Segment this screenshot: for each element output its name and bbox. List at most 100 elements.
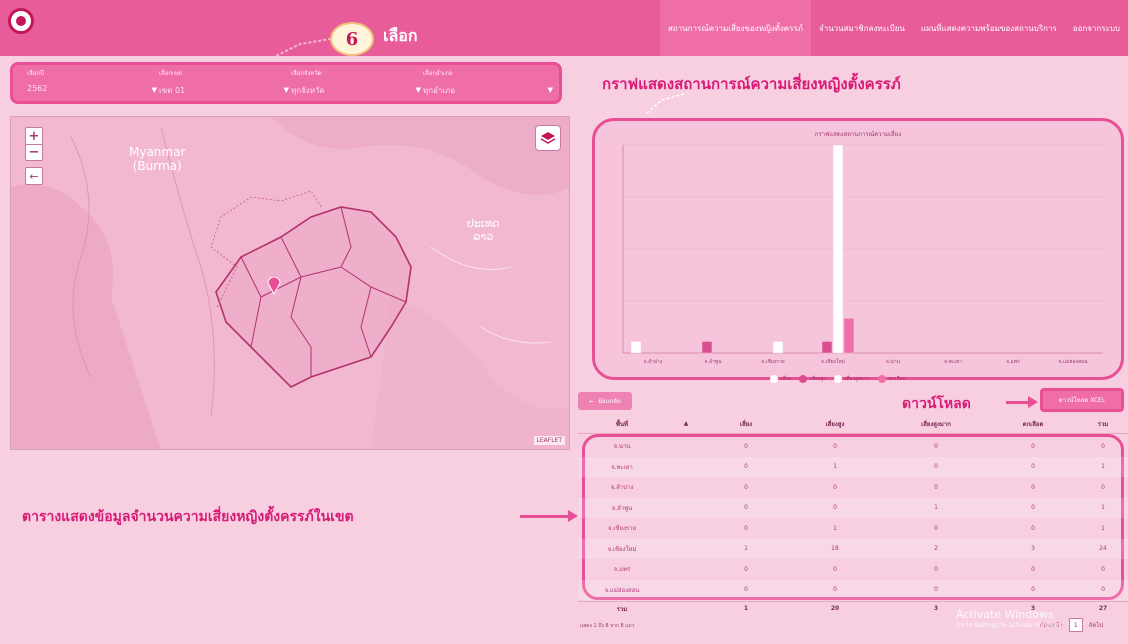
nav-logout[interactable]: ออกจากระบบ [1065,0,1128,56]
total-high-risk: 20 [830,605,840,612]
pager-current-page[interactable]: 1 [1068,618,1083,632]
zoom-in-button[interactable]: + [26,128,42,144]
table-cell: 0 [934,565,938,573]
col-header-very-high-risk[interactable]: เสี่ยงสูงมาก [884,419,988,429]
top-navbar: สถานการณ์ความเสี่ยงของหญิงตั้งครรภ์ จำนว… [0,0,1128,56]
table-row: จ.แพร่ 0 0 0 0 0 [578,559,1128,580]
filter-year-value: 2562 [27,84,48,93]
table-arrow-line [520,515,570,518]
col-header-total[interactable]: รวม [1078,419,1128,429]
col-header-area[interactable]: พื้นที่ [578,419,666,429]
table-cell: 1 [1101,524,1105,532]
total-risk: 1 [743,605,749,612]
legend-swatch [799,375,808,383]
col-header-high-risk[interactable]: เสี่ยงสูง [786,419,884,429]
table-cell: จ.แม่ฮ่องสอน [604,586,640,594]
legend-label: เสี่ยงสูงมาก [844,376,870,382]
table-cell: 0 [744,504,748,512]
table-row: จ.ลำพูน 0 0 1 0 1 [578,497,1128,518]
legend-swatch [770,375,778,383]
table-cell: 0 [1031,586,1035,594]
x-tick-label: จ.แม่ฮ่องสอน [1058,359,1088,365]
chart-bar [772,341,784,354]
nav-risk-situation[interactable]: สถานการณ์ความเสี่ยงของหญิงตั้งครรภ์ [659,0,812,56]
ministry-logo-icon[interactable] [8,8,34,34]
table-cell: 0 [934,586,938,594]
risk-bar-chart: จ.ลำปาง จ.ลำพูน จ.เชียงราย จ.เชียงใหม่ จ.น่า… [622,144,1103,365]
nav-service-readiness-map[interactable]: แผนที่แสดงความพร้อมของสถานบริการ [913,0,1065,56]
chevron-down-icon: ▼ [547,86,553,94]
chevron-down-icon: ▼ [283,86,289,94]
chevron-down-icon: ▼ [415,86,421,94]
x-tick-label: จ.เชียงใหม่ [821,358,845,365]
filter-district[interactable]: เลือกอำเภอ ทุกอำเภอ ▼ [423,68,555,100]
chevron-down-icon: ▼ [151,86,157,94]
zoom-out-button[interactable]: − [26,144,42,160]
x-tick-label: จ.ลำพูน [704,359,722,365]
map-terrain [11,117,569,449]
table-cell: 0 [934,442,938,450]
risk-chart-panel: กราฟแสดงสถานการณ์ความเสี่ยง จ.ลำปาง จ.ลำพ… [574,112,1128,384]
table-cell: จ.พะเยา [611,463,633,471]
map-attribution: LEAFLET [533,436,565,445]
filter-year-label: เลือกปี [27,70,44,77]
table-cell: 0 [1031,442,1035,450]
province-map[interactable]: + − ← Myanmar (Burma) ປະເທດ ລາວ LEAFLET [10,116,570,450]
map-back-arrow-icon[interactable]: ← [25,167,43,185]
x-tick-label: จ.เชียงราย [761,358,784,365]
table-row: จ.เชียงใหม่ 1 18 2 3 24 [578,538,1128,559]
x-tick-label: จ.พะเยา [944,359,962,365]
legend-item[interactable]: เสี่ยงสูง [799,375,826,383]
table-cell: 0 [934,524,938,532]
table-row: จ.น่าน 0 0 0 0 0 [578,436,1128,457]
table-cell: 0 [833,586,837,594]
table-cell: 0 [1101,586,1105,594]
download-caption: ดาวน์โหลด [902,396,971,412]
map-label-myanmar-text: Myanmar (Burma) [129,145,186,173]
nav-member-count[interactable]: จำนวนสมาชิกลงทะเบียน [811,0,913,56]
table-cell: 0 [744,483,748,491]
layers-glyph [540,132,556,144]
legend-item[interactable]: เสี่ยง [770,375,791,383]
table-row: จ.พะเยา 0 1 0 0 1 [578,456,1128,477]
layers-icon[interactable] [535,125,561,151]
pager-next-button[interactable]: ถัดไป [1089,620,1103,630]
table-cell: 0 [1101,442,1105,450]
filter-district-value: ทุกอำเภอ [423,86,456,95]
table-cell: 0 [1101,483,1105,491]
risk-table-body: จ.น่าน 0 0 0 0 0 จ.พะเยา 0 1 0 0 1 จ.ลำปาง 0 0 0 0 0 จ.ลำพ… [578,436,1128,600]
table-cell: 0 [744,586,748,594]
table-cell: 1 [1101,463,1105,471]
legend-item[interactable]: ตกเลือด [877,375,906,383]
download-excel-button[interactable]: ดาวน์โหลด XCEL [1040,388,1124,412]
table-cell: 1 [1101,504,1105,512]
table-cell: 0 [833,565,837,573]
table-cell: 3 [1031,545,1035,553]
main-nav: สถานการณ์ความเสี่ยงของหญิงตั้งครรภ์ จำนว… [659,0,1128,56]
table-cell: 2 [934,545,938,553]
watermark-title: Activate Windows [956,608,1054,621]
chart-highlight-frame: กราฟแสดงสถานการณ์ความเสี่ยง จ.ลำปาง จ.ลำพ… [592,118,1124,380]
table-cell: 1 [934,504,938,512]
filter-year[interactable]: เลือกปี 2562 ▼ [27,68,159,100]
filter-region-label: เลือกเขต [159,70,183,77]
table-cell: 0 [1031,483,1035,491]
chart-bar [832,144,844,354]
map-label-myanmar: Myanmar (Burma) [129,145,185,173]
filter-region[interactable]: เลือกเขต เขต 01 ▼ [159,68,291,100]
col-header-hemorrhage[interactable]: ตกเลือด [988,419,1078,429]
back-button[interactable]: ← ย้อนกลับ [578,392,632,410]
map-marker-icon[interactable] [267,277,281,295]
col-header-risk[interactable]: เสี่ยง [706,419,786,429]
chart-bar [821,341,833,354]
table-cell: จ.เชียงราย [607,525,637,533]
step-label: เลือก [383,26,418,45]
chart-bar [843,318,855,354]
filter-province[interactable]: เลือกจังหวัด ทุกจังหวัด ▼ [291,68,423,100]
table-cell: 0 [744,463,748,471]
sort-caret-icon[interactable]: ▲ [666,420,706,427]
legend-swatch [877,375,886,383]
filter-region-value: เขต 01 [159,86,186,95]
legend-item[interactable]: เสี่ยงสูงมาก [833,375,870,383]
table-cell: 1 [744,545,748,553]
